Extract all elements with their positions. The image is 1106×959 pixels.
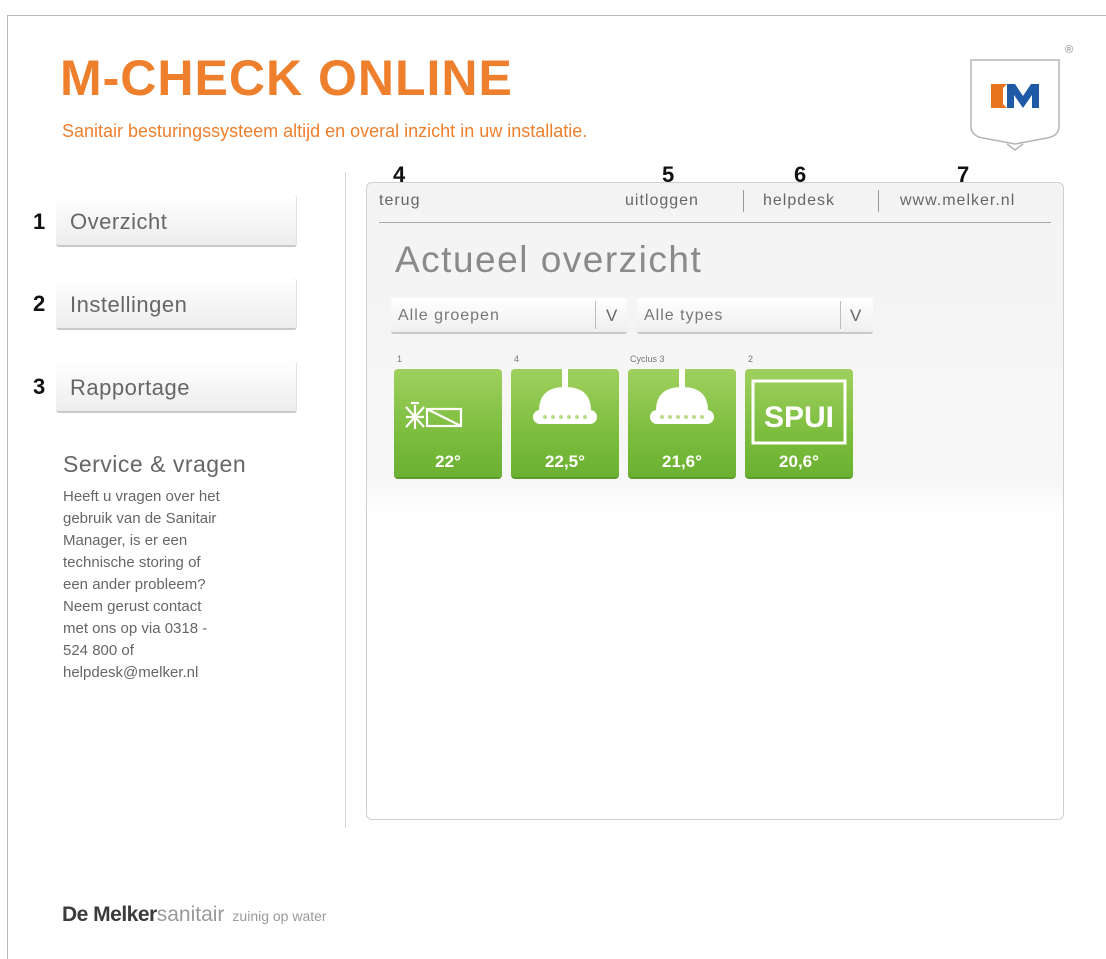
sidebar-item-rapportage[interactable]: Rapportage — [56, 361, 297, 413]
marker-3: 3 — [33, 374, 46, 399]
type-filter-select[interactable]: Alle types V — [637, 298, 873, 334]
spui-icon: SPUI — [751, 379, 847, 445]
website-link[interactable]: www.melker.nl — [900, 192, 1015, 210]
tile-temperature: 20,6° — [779, 452, 819, 471]
tile-caption: Cyclus 3 — [630, 354, 665, 364]
shower-head-icon — [650, 369, 714, 424]
tile-caption: 1 — [397, 354, 403, 364]
window-frame-top — [7, 15, 1106, 16]
tile-temperature: 22,5° — [545, 452, 585, 471]
group-filter-value: Alle groepen — [398, 307, 500, 324]
top-navigation: terug uitloggen helpdesk www.melker.nl — [379, 190, 1049, 220]
group-filter-select[interactable]: Alle groepen V — [391, 298, 627, 334]
melker-logo — [967, 56, 1063, 152]
logout-link[interactable]: uitloggen — [625, 192, 699, 210]
chevron-down-icon: V — [606, 306, 619, 325]
tile-caption: 2 — [748, 354, 754, 364]
app-title: M-CHECK ONLINE — [60, 50, 513, 106]
footer-brand: De Melkersanitair zuinig op water — [62, 903, 327, 927]
back-link[interactable]: terug — [379, 192, 420, 210]
valve-sensor-icon — [405, 401, 463, 429]
marker-1: 1 — [33, 209, 46, 234]
status-tile[interactable]: 22,5° — [511, 369, 619, 479]
shower-head-icon — [533, 369, 597, 424]
footer-tagline: zuinig op water — [232, 908, 327, 924]
registered-mark: ® — [1065, 44, 1074, 56]
page-title: Actueel overzicht — [395, 239, 703, 280]
footer-brand-sub: sanitair — [156, 903, 225, 926]
service-text: Heeft u vragen over het gebruik van de S… — [63, 488, 220, 681]
type-filter-value: Alle types — [644, 307, 724, 324]
tile-caption: 4 — [514, 354, 520, 364]
chevron-down-icon: V — [850, 306, 863, 325]
status-tile[interactable]: 22° — [394, 369, 502, 479]
service-heading: Service & vragen — [63, 451, 247, 477]
spui-label: SPUI — [764, 401, 834, 434]
footer-brand-name: De Melker — [62, 903, 157, 926]
sidebar-item-instellingen[interactable]: Instellingen — [56, 278, 297, 330]
status-tile[interactable]: 21,6° — [628, 369, 736, 479]
topnav-underline — [379, 222, 1051, 223]
sidebar-divider — [345, 172, 346, 828]
marker-2: 2 — [33, 291, 46, 316]
window-frame-left — [7, 15, 8, 959]
sidebar-item-overzicht[interactable]: Overzicht — [56, 195, 297, 247]
dropdown-separator — [840, 301, 841, 329]
nav-separator — [878, 190, 879, 212]
tile-temperature: 22° — [435, 452, 461, 471]
dropdown-separator — [595, 301, 596, 329]
tile-temperature: 21,6° — [662, 452, 702, 471]
helpdesk-link[interactable]: helpdesk — [763, 192, 835, 210]
app-subtitle: Sanitair besturingssysteem altijd en ove… — [62, 121, 588, 141]
nav-separator — [743, 190, 744, 212]
status-tile[interactable]: SPUI 20,6° — [745, 369, 853, 479]
